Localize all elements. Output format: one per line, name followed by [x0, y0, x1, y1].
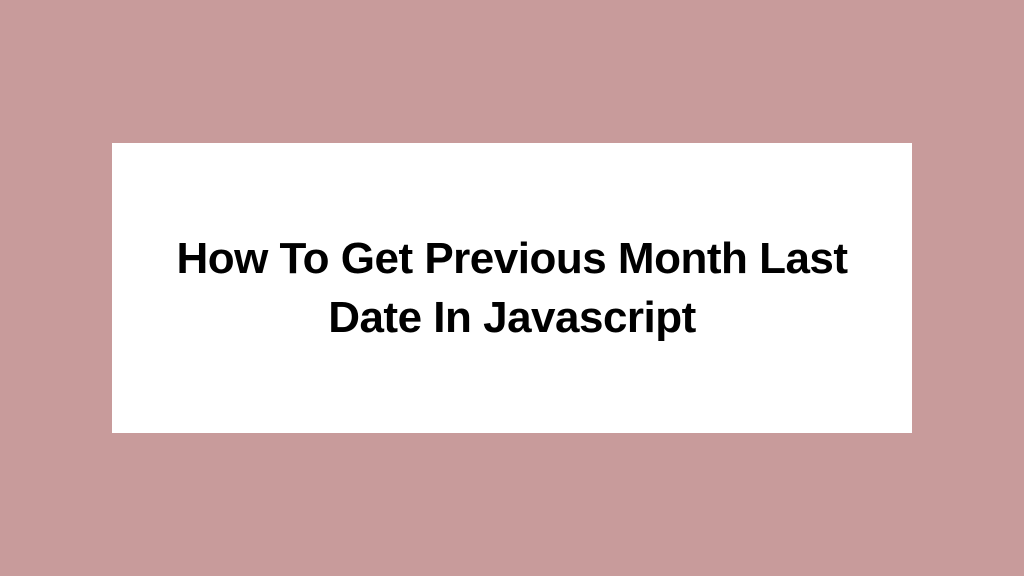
- page-title: How To Get Previous Month Last Date In J…: [172, 229, 852, 348]
- title-card: How To Get Previous Month Last Date In J…: [112, 143, 912, 433]
